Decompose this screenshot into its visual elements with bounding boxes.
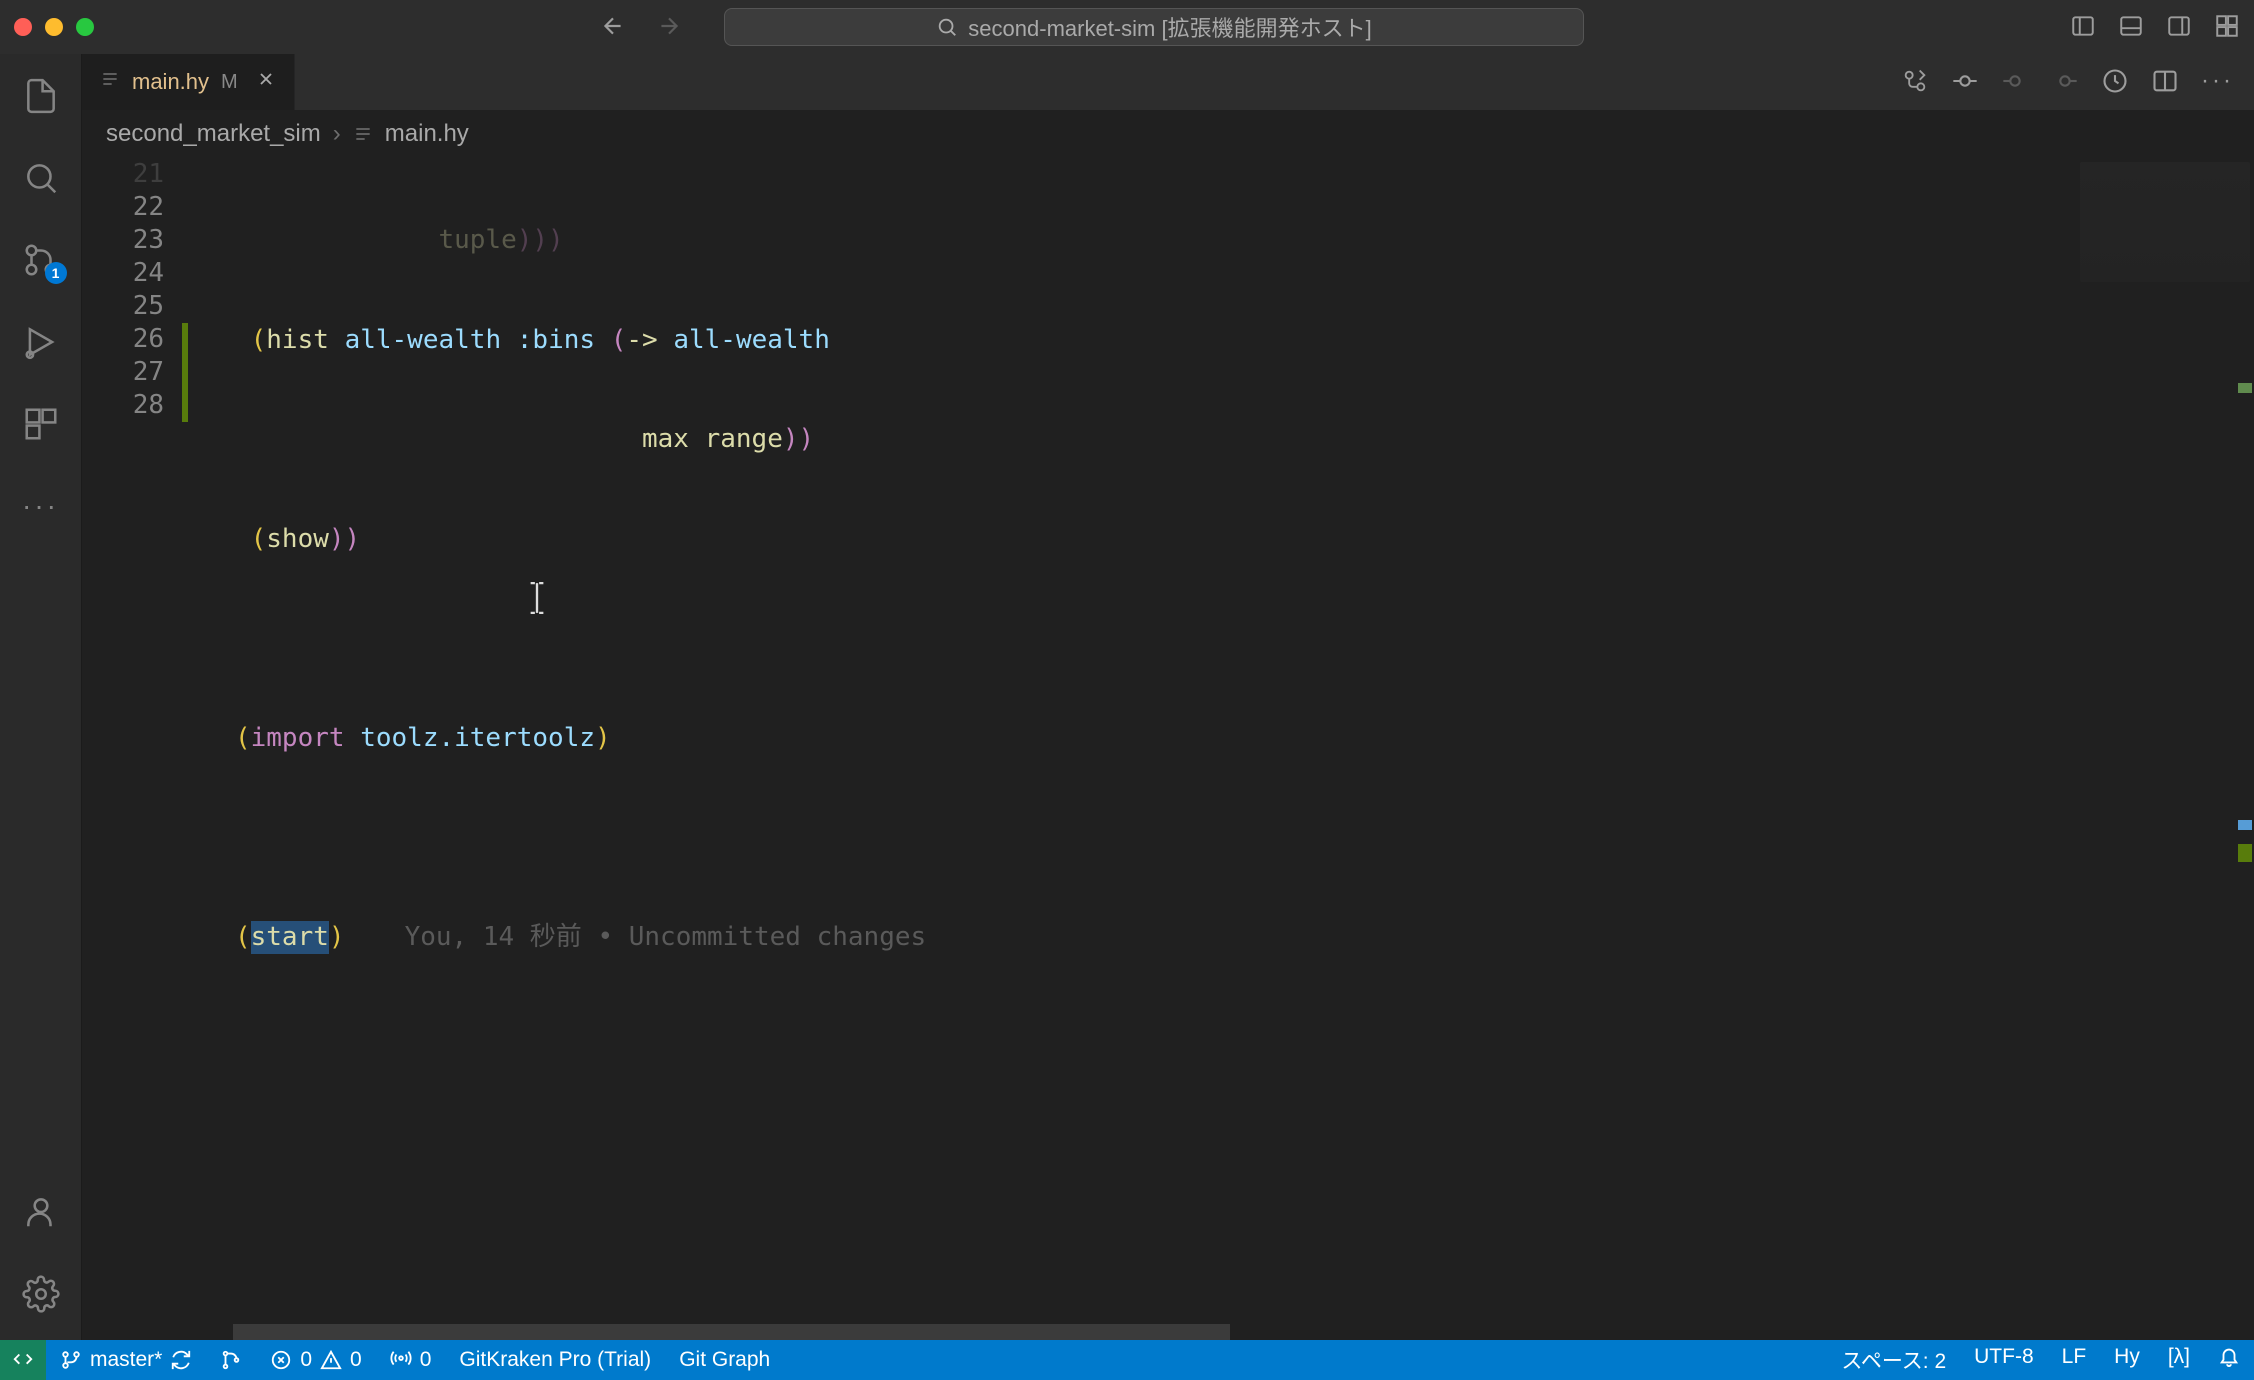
minimize-window-button[interactable] <box>45 18 63 36</box>
explorer-icon[interactable] <box>19 74 63 118</box>
command-center-text: second-market-sim [拡張機能開発ホスト] <box>968 11 1371 43</box>
customize-layout-icon[interactable] <box>2214 13 2240 42</box>
command-center[interactable]: second-market-sim [拡張機能開発ホスト] <box>724 8 1584 46</box>
search-icon <box>936 16 958 38</box>
layout-panel-icon[interactable] <box>2118 13 2144 42</box>
split-editor-icon[interactable] <box>2151 67 2179 98</box>
layout-secondary-sidebar-icon[interactable] <box>2166 13 2192 42</box>
account-icon[interactable] <box>19 1190 63 1234</box>
timeline-icon[interactable] <box>2101 67 2129 98</box>
source-control-icon[interactable]: 1 <box>19 238 63 282</box>
overview-ruler[interactable] <box>2236 158 2254 1340</box>
nav-back-button[interactable] <box>600 13 626 42</box>
gitkraken-status[interactable]: GitKraken Pro (Trial) <box>445 1340 665 1380</box>
git-graph-icon[interactable] <box>206 1340 256 1380</box>
title-bar: second-market-sim [拡張機能開発ホスト] <box>0 0 2254 54</box>
horizontal-scrollbar[interactable] <box>233 1324 1894 1340</box>
extensions-icon[interactable] <box>19 402 63 446</box>
chevron-right-icon: › <box>333 120 341 148</box>
tabs-row: main.hy M ··· <box>82 54 2254 110</box>
maximize-window-button[interactable] <box>76 18 94 36</box>
tab-filename: main.hy <box>132 69 209 95</box>
encoding-status[interactable]: UTF-8 <box>1960 1345 2048 1369</box>
warning-icon <box>320 1349 342 1371</box>
run-debug-icon[interactable] <box>19 320 63 364</box>
git-commit-icon[interactable] <box>1951 67 1979 98</box>
tab-close-icon[interactable] <box>256 69 276 95</box>
text-cursor-icon <box>338 548 360 582</box>
code-content[interactable]: tuple))) (hist all-wealth :bins (-> all-… <box>188 158 2074 1340</box>
language-mode-status[interactable]: Hy <box>2100 1345 2154 1369</box>
next-change-icon[interactable] <box>2051 67 2079 98</box>
minimap[interactable] <box>2074 158 2254 1340</box>
file-icon <box>100 69 120 95</box>
more-icon[interactable]: ··· <box>19 484 63 528</box>
prev-change-icon[interactable] <box>2001 67 2029 98</box>
indentation-status[interactable]: スペース: 2 <box>1827 1345 1960 1375</box>
calva-status[interactable]: [λ] <box>2154 1345 2204 1369</box>
ports-status[interactable]: 0 <box>376 1340 446 1380</box>
nav-forward-button[interactable] <box>656 13 682 42</box>
breadcrumb-file[interactable]: main.hy <box>385 120 469 148</box>
breadcrumb-folder[interactable]: second_market_sim <box>106 120 321 148</box>
tab-main-hy[interactable]: main.hy M <box>82 54 295 110</box>
git-branch-icon <box>60 1349 82 1371</box>
git-blame-annotation: You, 14 秒前 • Uncommitted changes <box>405 921 927 954</box>
git-branch-status[interactable]: master* <box>46 1340 206 1380</box>
activity-bar: 1 ··· <box>0 54 82 1340</box>
notifications-icon[interactable] <box>2204 1345 2254 1367</box>
settings-gear-icon[interactable] <box>19 1272 63 1316</box>
problems-status[interactable]: 0 0 <box>256 1340 375 1380</box>
line-number-gutter: 21 22 23 24 25 26 27 28 <box>82 158 182 1340</box>
radio-tower-icon <box>390 1349 412 1371</box>
window-controls <box>14 18 94 36</box>
tab-modified-indicator: M <box>221 71 238 94</box>
code-editor[interactable]: 21 22 23 24 25 26 27 28 tuple))) <box>82 158 2254 1340</box>
search-icon[interactable] <box>19 156 63 200</box>
layout-primary-sidebar-icon[interactable] <box>2070 13 2096 42</box>
status-bar: master* 0 0 0 GitKraken Pro (Trial) Git … <box>0 1340 2254 1380</box>
branch-name: master* <box>90 1348 162 1372</box>
file-icon <box>353 124 373 144</box>
remote-indicator[interactable] <box>0 1340 46 1380</box>
error-icon <box>270 1349 292 1371</box>
scm-badge: 1 <box>45 262 67 284</box>
git-graph-status[interactable]: Git Graph <box>665 1340 784 1380</box>
more-actions-icon[interactable]: ··· <box>2201 67 2234 98</box>
eol-status[interactable]: LF <box>2048 1345 2101 1369</box>
compare-changes-icon[interactable] <box>1901 67 1929 98</box>
close-window-button[interactable] <box>14 18 32 36</box>
sync-icon[interactable] <box>170 1349 192 1371</box>
breadcrumbs[interactable]: second_market_sim › main.hy <box>82 110 2254 158</box>
